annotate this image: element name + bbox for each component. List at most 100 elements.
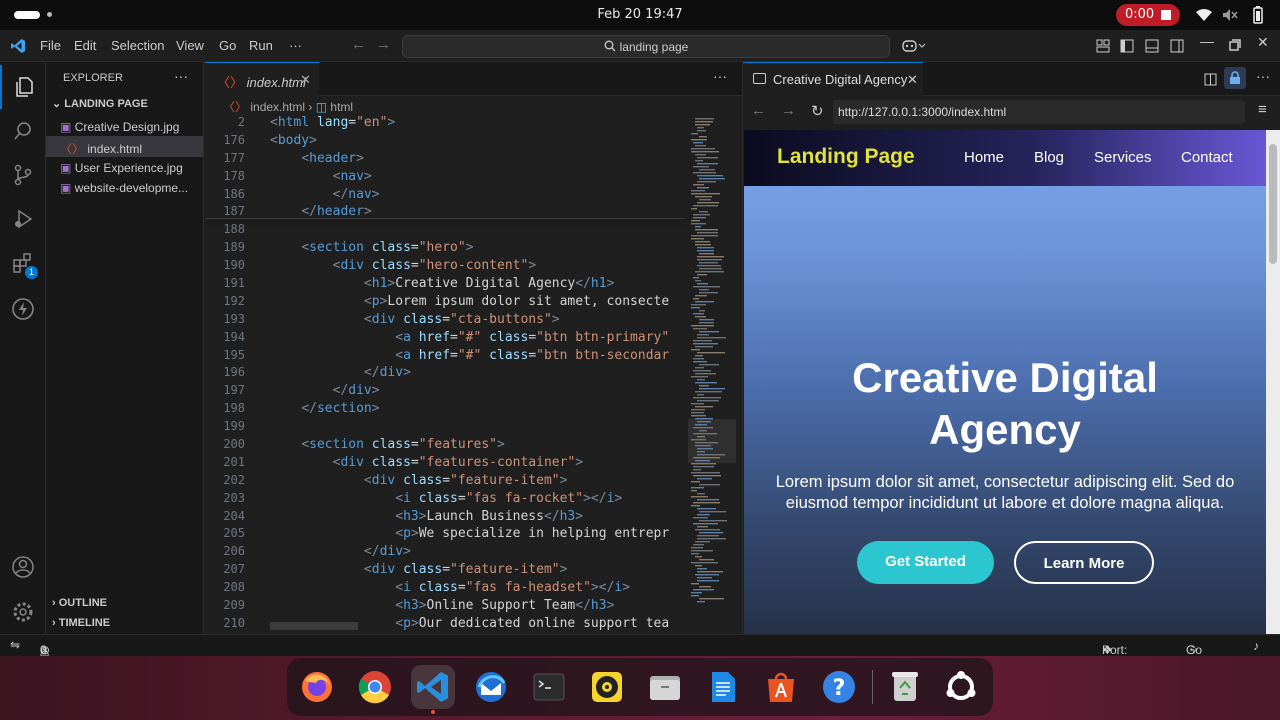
source-control-activity[interactable] [0, 153, 46, 197]
code-line[interactable]: 208 <i class="fas fa-headset"></i> [205, 579, 685, 597]
code-line[interactable]: 207 <div class="feature-item"> [205, 561, 685, 579]
menu-view[interactable]: View [176, 38, 204, 53]
close-tab-icon[interactable]: ✕ [907, 72, 918, 88]
folder-landing-page[interactable]: ⌄ LANDING PAGE [52, 97, 148, 110]
lock-button[interactable] [1224, 67, 1246, 89]
file-creative-design[interactable]: ▣ Creative Design.jpg [46, 116, 203, 137]
code-line[interactable]: 2 <html lang="en"> [205, 114, 685, 132]
code-area[interactable]: 2 <html lang="en"> 176 <body> 177 <header> 17… [205, 114, 685, 633]
remote-icon[interactable]: ⇋ [10, 638, 20, 652]
dock-terminal[interactable] [527, 665, 571, 709]
clock[interactable]: Feb 20 19:47 [0, 7, 1280, 22]
file-user-experience[interactable]: ▣ User Experience.jpg [46, 157, 203, 178]
browser-more-icon[interactable]: ··· [1256, 68, 1270, 84]
close-tab-icon[interactable]: ✕ [300, 72, 311, 88]
explorer-activity[interactable] [0, 65, 46, 109]
scroll-thumb[interactable] [1269, 144, 1277, 264]
code-line[interactable]: 176 <body> [205, 132, 685, 150]
minimize-icon[interactable]: — [1200, 33, 1214, 49]
dock-trash[interactable] [883, 665, 927, 709]
editor-more-icon[interactable]: ··· [713, 68, 727, 84]
breadcrumb-file[interactable]: index.html [250, 100, 305, 114]
menu-more[interactable]: ··· [289, 38, 302, 53]
explorer-more-icon[interactable]: ··· [174, 68, 188, 84]
screen-record-indicator[interactable]: 0:00 [1116, 4, 1180, 26]
site-logo[interactable]: Landing Page [777, 145, 915, 169]
code-line[interactable]: 192 <p>Lorem ipsum dolor sit amet, conse… [205, 293, 685, 311]
wifi-icon[interactable] [1196, 8, 1212, 22]
dock-vscode[interactable] [411, 665, 455, 709]
code-line[interactable]: 190 <div class="hero-content"> [205, 257, 685, 275]
minimap-viewport[interactable] [688, 419, 736, 463]
code-line[interactable]: 186 </nav> [205, 186, 685, 204]
nav-link-services[interactable]: Services [1094, 149, 1152, 166]
code-line[interactable]: 194 <a href="#" class="btn btn-primary" [205, 329, 685, 347]
browser-menu-icon[interactable]: ≡ [1258, 101, 1267, 118]
run-debug-activity[interactable] [0, 197, 46, 241]
maximize-icon[interactable] [1229, 39, 1241, 51]
code-line[interactable]: 177 <header> [205, 150, 685, 168]
code-line[interactable]: 193 <div class="cta-buttons"> [205, 311, 685, 329]
manage-activity[interactable] [0, 590, 46, 634]
code-line[interactable]: 196 </div> [205, 364, 685, 382]
nav-link-blog[interactable]: Blog [1034, 149, 1064, 166]
split-editor-icon[interactable] [1204, 73, 1217, 86]
code-line[interactable]: 203 <i class="fas fa-rocket"></i> [205, 490, 685, 508]
code-line[interactable]: 201 <div class="features-container"> [205, 454, 685, 472]
file-website-development[interactable]: ▣ website-developme... [46, 177, 203, 198]
dock-firefox[interactable] [295, 665, 339, 709]
code-line[interactable]: 189 <section class="hero"> [205, 239, 685, 257]
get-started-button[interactable]: Get Started [857, 541, 994, 584]
code-line[interactable]: 204 <h3>Launch Business</h3> [205, 508, 685, 526]
browser-forward-icon[interactable]: → [781, 102, 796, 119]
tab-browser[interactable]: Creative Digital Agency ✕ [743, 62, 923, 96]
forward-arrow-icon[interactable]: → [376, 36, 391, 53]
code-line[interactable]: 200 <section class="features"> [205, 436, 685, 454]
reload-icon[interactable]: ↻ [811, 102, 824, 120]
dock-writer[interactable] [701, 665, 745, 709]
dock-ubuntu[interactable] [939, 665, 983, 709]
code-line[interactable]: 206 </div> [205, 543, 685, 561]
code-line[interactable]: 205 <p>We specialize in helping entrepr [205, 525, 685, 543]
minimap[interactable] [688, 114, 736, 636]
menu-edit[interactable]: Edit [74, 38, 96, 53]
command-center-search[interactable]: landing page [402, 35, 890, 58]
code-line[interactable]: 209 <h3>Online Support Team</h3> [205, 597, 685, 615]
code-line[interactable]: 199 [205, 418, 685, 436]
accounts-activity[interactable] [0, 545, 46, 589]
dock-chrome[interactable] [353, 665, 397, 709]
menu-run[interactable]: Run [249, 38, 273, 53]
breadcrumb-symbol[interactable]: html [330, 100, 353, 114]
file-index-html[interactable]: 〈〉 index.html [46, 136, 203, 157]
code-line[interactable]: 188 [205, 221, 685, 239]
toggle-panel-icon[interactable] [1145, 39, 1159, 53]
battery-icon[interactable] [1250, 6, 1266, 24]
url-input[interactable]: http://127.0.0.1:3000/index.html [833, 100, 1245, 124]
timeline-section[interactable]: › TIMELINE [52, 617, 110, 629]
close-window-icon[interactable]: ✕ [1257, 34, 1269, 51]
code-line[interactable]: 191 <h1>Creative Digital Agency</h1> [205, 275, 685, 293]
volume-muted-icon[interactable] [1222, 8, 1238, 22]
code-line[interactable]: 202 <div class="feature-item"> [205, 472, 685, 490]
dock-app-center[interactable] [759, 665, 803, 709]
code-line[interactable]: 195 <a href="#" class="btn btn-secondar [205, 347, 685, 365]
live-server-activity[interactable] [0, 287, 46, 331]
copilot-icon[interactable] [902, 39, 926, 53]
nav-link-contact[interactable]: Contact [1181, 149, 1233, 166]
extensions-activity[interactable]: 1 [0, 241, 46, 285]
outline-section[interactable]: › OUTLINE [52, 597, 107, 609]
menu-file[interactable]: File [40, 38, 61, 53]
code-line[interactable]: 197 </div> [205, 382, 685, 400]
bell-icon[interactable]: ♪ [1253, 639, 1259, 653]
code-line[interactable]: 198 </section> [205, 400, 685, 418]
dock-thunderbird[interactable] [469, 665, 513, 709]
menu-selection[interactable]: Selection [111, 38, 164, 53]
menu-go[interactable]: Go [219, 38, 236, 53]
page-scrollbar[interactable] [1266, 130, 1280, 636]
dock-help[interactable]: ? [817, 665, 861, 709]
customize-layout-icon[interactable] [1096, 39, 1110, 53]
search-activity[interactable] [0, 109, 46, 153]
code-line[interactable]: 178 <nav> [205, 168, 685, 186]
back-arrow-icon[interactable]: ← [351, 36, 366, 53]
tab-index-html[interactable]: 〈〉 index.html ✕ [205, 62, 319, 96]
